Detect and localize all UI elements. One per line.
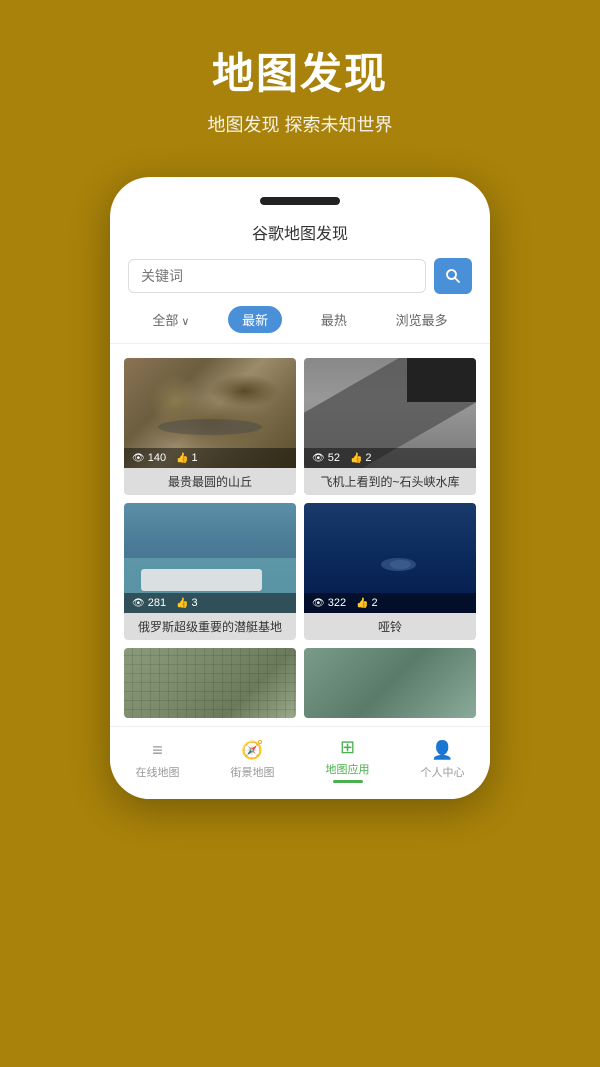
phone-notch: [260, 197, 340, 205]
content-grid: 👁 140 👍 1 最贵最圆的山丘 👁 52: [110, 344, 490, 722]
view-count: 👁 322: [312, 597, 346, 609]
nav-label: 街景地图: [231, 764, 275, 780]
item-image: [124, 648, 296, 718]
list-item[interactable]: 👁 322 👍 2 哑铃: [304, 503, 476, 640]
image-stats: 👁 322 👍 2: [304, 593, 476, 613]
image-stats: 👁 52 👍 2: [304, 448, 476, 468]
active-indicator: [333, 780, 363, 783]
like-count: 👍 2: [350, 452, 372, 464]
app-header: 地图发现 地图发现 探索未知世界: [0, 0, 600, 157]
like-icon: 👍: [356, 598, 368, 609]
profile-icon: 👤: [431, 740, 453, 761]
item-image: 👁 281 👍 3: [124, 503, 296, 613]
like-count: 👍 1: [176, 452, 198, 464]
nav-label: 在线地图: [136, 764, 180, 780]
like-icon: 👍: [176, 598, 188, 609]
eye-icon: 👁: [312, 598, 325, 609]
nav-label: 个人中心: [421, 764, 465, 780]
nav-item-map-apps[interactable]: ⊞ 地图应用: [313, 737, 383, 783]
nav-item-profile[interactable]: 👤 个人中心: [408, 740, 478, 780]
list-item[interactable]: [304, 648, 476, 718]
view-count: 👁 281: [132, 597, 166, 609]
satellite-image: [124, 648, 296, 718]
like-icon: 👍: [350, 453, 362, 464]
nav-item-online-map[interactable]: ≡ 在线地图: [123, 740, 193, 780]
view-count: 👁 140: [132, 452, 166, 464]
filter-most-viewed[interactable]: 浏览最多: [386, 306, 458, 333]
search-icon: [445, 268, 461, 284]
phone-mockup: 谷歌地图发现 全部 最新 最热 浏览最多 👁 140: [110, 177, 490, 799]
filter-all[interactable]: 全部: [142, 306, 199, 333]
view-count: 👁 52: [312, 452, 340, 464]
screen-title: 谷歌地图发现: [110, 220, 490, 244]
sub-title: 地图发现 探索未知世界: [208, 111, 393, 137]
filter-hot[interactable]: 最热: [311, 306, 357, 333]
list-item[interactable]: 👁 52 👍 2 飞机上看到的~石头峡水库: [304, 358, 476, 495]
filter-latest[interactable]: 最新: [228, 306, 282, 333]
list-item[interactable]: 👁 140 👍 1 最贵最圆的山丘: [124, 358, 296, 495]
like-icon: 👍: [176, 453, 188, 464]
apps-icon: ⊞: [340, 737, 355, 758]
menu-icon: ≡: [152, 740, 163, 761]
street-icon: 🧭: [241, 740, 263, 761]
like-count: 👍 2: [356, 597, 378, 609]
search-button[interactable]: [434, 258, 472, 294]
item-image: 👁 52 👍 2: [304, 358, 476, 468]
search-bar: [128, 258, 472, 294]
item-image: 👁 140 👍 1: [124, 358, 296, 468]
item-label: 俄罗斯超级重要的潜艇基地: [124, 613, 296, 640]
item-image: 👁 322 👍 2: [304, 503, 476, 613]
main-title: 地图发现: [212, 40, 388, 101]
list-item[interactable]: 👁 281 👍 3 俄罗斯超级重要的潜艇基地: [124, 503, 296, 640]
image-stats: 👁 140 👍 1: [124, 448, 296, 468]
bottom-nav: ≡ 在线地图 🧭 街景地图 ⊞ 地图应用 👤 个人中心: [110, 726, 490, 799]
filter-tabs: 全部 最新 最热 浏览最多: [110, 306, 490, 344]
eye-icon: 👁: [132, 453, 145, 464]
nav-label: 地图应用: [326, 761, 370, 777]
satellite-image: [304, 648, 476, 718]
eye-icon: 👁: [132, 598, 145, 609]
eye-icon: 👁: [312, 453, 325, 464]
search-input[interactable]: [128, 259, 426, 293]
nav-item-street-view[interactable]: 🧭 街景地图: [218, 740, 288, 780]
image-stats: 👁 281 👍 3: [124, 593, 296, 613]
list-item[interactable]: [124, 648, 296, 718]
item-label: 哑铃: [304, 613, 476, 640]
like-count: 👍 3: [176, 597, 198, 609]
item-image: [304, 648, 476, 718]
item-label: 最贵最圆的山丘: [124, 468, 296, 495]
item-label: 飞机上看到的~石头峡水库: [304, 468, 476, 495]
